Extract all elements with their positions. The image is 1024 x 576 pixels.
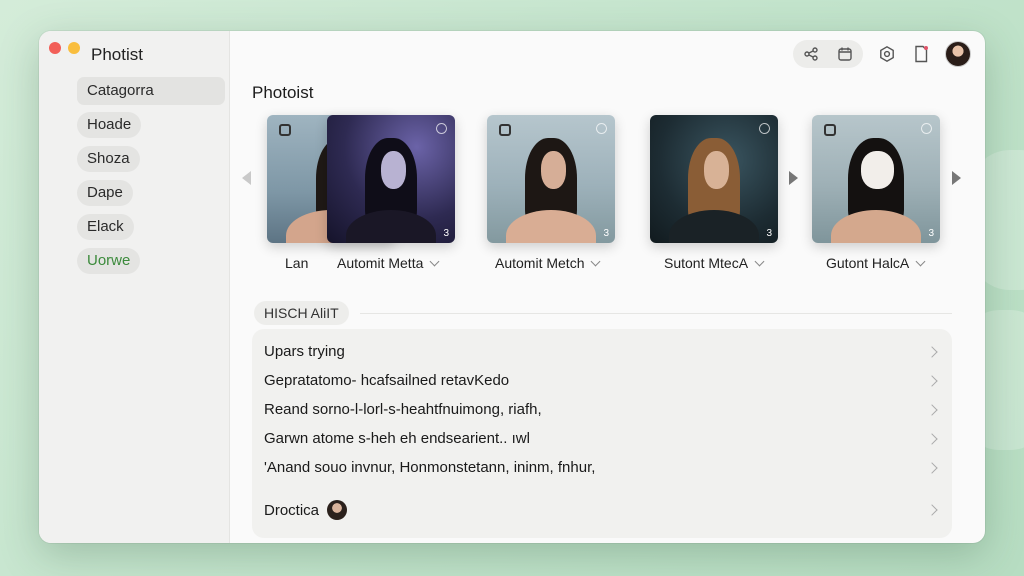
sidebar-item-label: Catagorra bbox=[87, 82, 154, 99]
settings-list: Upars trying Gepratatomo- hcafsailned re… bbox=[252, 329, 952, 538]
list-item-label: Reand sorno-l-lorl-s-heahtfnuimong, riaf… bbox=[264, 401, 542, 418]
list-item[interactable]: Gepratatomo- hcafsailned retavKedo bbox=[252, 366, 952, 395]
photo-corner-mark: 3 bbox=[603, 228, 609, 239]
list-item[interactable]: Upars trying bbox=[252, 337, 952, 366]
chevron-down-icon[interactable] bbox=[429, 256, 440, 266]
minimize-button[interactable] bbox=[68, 42, 80, 54]
photo-corner-mark: 3 bbox=[928, 228, 934, 239]
photo-thumbnail[interactable]: 3 bbox=[812, 115, 940, 243]
list-item[interactable]: Droctica bbox=[252, 490, 952, 530]
list-item-label: Garwn atome s-heh eh endsearient.. ıwl bbox=[264, 430, 530, 447]
photo-badge-icon bbox=[824, 124, 836, 136]
photo-card[interactable]: 3 Automit Metta bbox=[327, 115, 455, 271]
sidebar-item-label: Uorwe bbox=[77, 248, 141, 274]
list-item-label: Droctica bbox=[264, 501, 320, 519]
calendar-icon[interactable] bbox=[835, 44, 855, 64]
photo-badge-icon bbox=[279, 124, 291, 136]
photo-corner-mark: 3 bbox=[443, 228, 449, 239]
chevron-right-icon bbox=[926, 403, 938, 416]
list-item-label: Gepratatomo- hcafsailned retavKedo bbox=[264, 372, 510, 389]
gallery-prev-arrow[interactable] bbox=[242, 171, 251, 185]
sidebar-item-elack[interactable]: Elack bbox=[77, 213, 227, 241]
app-title: Photist bbox=[91, 45, 143, 64]
list-item-content: Droctica bbox=[264, 500, 348, 520]
photo-card-label: Automit Metch bbox=[495, 255, 585, 271]
photo-corner-mark: 3 bbox=[766, 228, 772, 239]
gallery-next-arrow[interactable] bbox=[789, 171, 798, 185]
group-header: HISCH AliIT bbox=[254, 301, 349, 325]
gallery-next-arrow[interactable] bbox=[952, 171, 961, 185]
photo-badge-icon bbox=[921, 123, 932, 134]
photo-badge-icon bbox=[436, 123, 447, 134]
user-avatar[interactable] bbox=[945, 41, 971, 67]
photo-card-label: Gutont HalcA bbox=[826, 255, 910, 271]
sidebar-nav: Catagorra Hoade Shoza Dape Elack Uorwe bbox=[77, 77, 227, 281]
sidebar: Photist Catagorra Hoade Shoza Dape Elack… bbox=[39, 31, 230, 543]
photo-badge-icon bbox=[499, 124, 511, 136]
divider bbox=[360, 313, 952, 314]
chevron-right-icon bbox=[926, 504, 938, 516]
toolbar bbox=[793, 40, 971, 68]
chevron-right-icon bbox=[926, 374, 938, 387]
photo-card-label: Automit Metta bbox=[337, 255, 424, 271]
photo-thumbnail[interactable]: 3 bbox=[487, 115, 615, 243]
sidebar-item-label: Shoza bbox=[77, 146, 140, 172]
document-icon[interactable] bbox=[911, 44, 931, 64]
avatar bbox=[327, 500, 348, 520]
sidebar-item-uorwe[interactable]: Uorwe bbox=[77, 247, 227, 275]
sidebar-item-dape[interactable]: Dape bbox=[77, 179, 227, 207]
photo-card[interactable]: 3 Sutont MtecA bbox=[650, 115, 778, 271]
photo-thumbnail[interactable]: 3 bbox=[650, 115, 778, 243]
photo-card-label: Lan bbox=[285, 255, 309, 271]
main-content: Photoist Lan 3 Automit Metta 3 Automit M… bbox=[230, 31, 985, 543]
share-icon[interactable] bbox=[801, 44, 821, 64]
list-item-label: Upars trying bbox=[264, 343, 345, 360]
settings-icon[interactable] bbox=[877, 44, 897, 64]
chevron-right-icon bbox=[926, 461, 938, 474]
chevron-down-icon[interactable] bbox=[915, 256, 926, 266]
sidebar-item-catagorra[interactable]: Catagorra bbox=[77, 77, 225, 105]
photo-card[interactable]: 3 Automit Metch bbox=[487, 115, 615, 271]
chevron-right-icon bbox=[926, 432, 938, 445]
window-controls bbox=[49, 42, 80, 54]
photo-thumbnail[interactable]: 3 bbox=[327, 115, 455, 243]
chevron-right-icon bbox=[926, 345, 938, 358]
photo-badge-icon bbox=[596, 123, 607, 134]
list-item[interactable]: Reand sorno-l-lorl-s-heahtfnuimong, riaf… bbox=[252, 395, 952, 424]
list-item[interactable]: 'Anand souo invnur, Honmonstetann, ininm… bbox=[252, 453, 952, 482]
section-title: Photoist bbox=[252, 83, 314, 102]
list-item-label: 'Anand souo invnur, Honmonstetann, ininm… bbox=[264, 459, 596, 476]
photo-card[interactable]: 3 Gutont HalcA bbox=[812, 115, 940, 271]
sidebar-item-label: Hoade bbox=[77, 112, 142, 138]
photo-card-label: Sutont MtecA bbox=[664, 255, 749, 271]
sidebar-item-shoza[interactable]: Shoza bbox=[77, 145, 227, 173]
close-button[interactable] bbox=[49, 42, 61, 54]
sidebar-item-label: Dape bbox=[77, 180, 133, 206]
photo-badge-icon bbox=[759, 123, 770, 134]
sidebar-item-hoade[interactable]: Hoade bbox=[77, 111, 227, 139]
app-window: Photist Catagorra Hoade Shoza Dape Elack… bbox=[39, 31, 985, 543]
chevron-down-icon[interactable] bbox=[754, 256, 765, 266]
sidebar-item-label: Elack bbox=[77, 214, 134, 240]
list-item[interactable]: Garwn atome s-heh eh endsearient.. ıwl bbox=[252, 424, 952, 453]
chevron-down-icon[interactable] bbox=[591, 256, 601, 266]
photo-gallery: Lan 3 Automit Metta 3 Automit Metch 3 Su… bbox=[230, 115, 985, 275]
toolbar-group bbox=[793, 40, 863, 68]
